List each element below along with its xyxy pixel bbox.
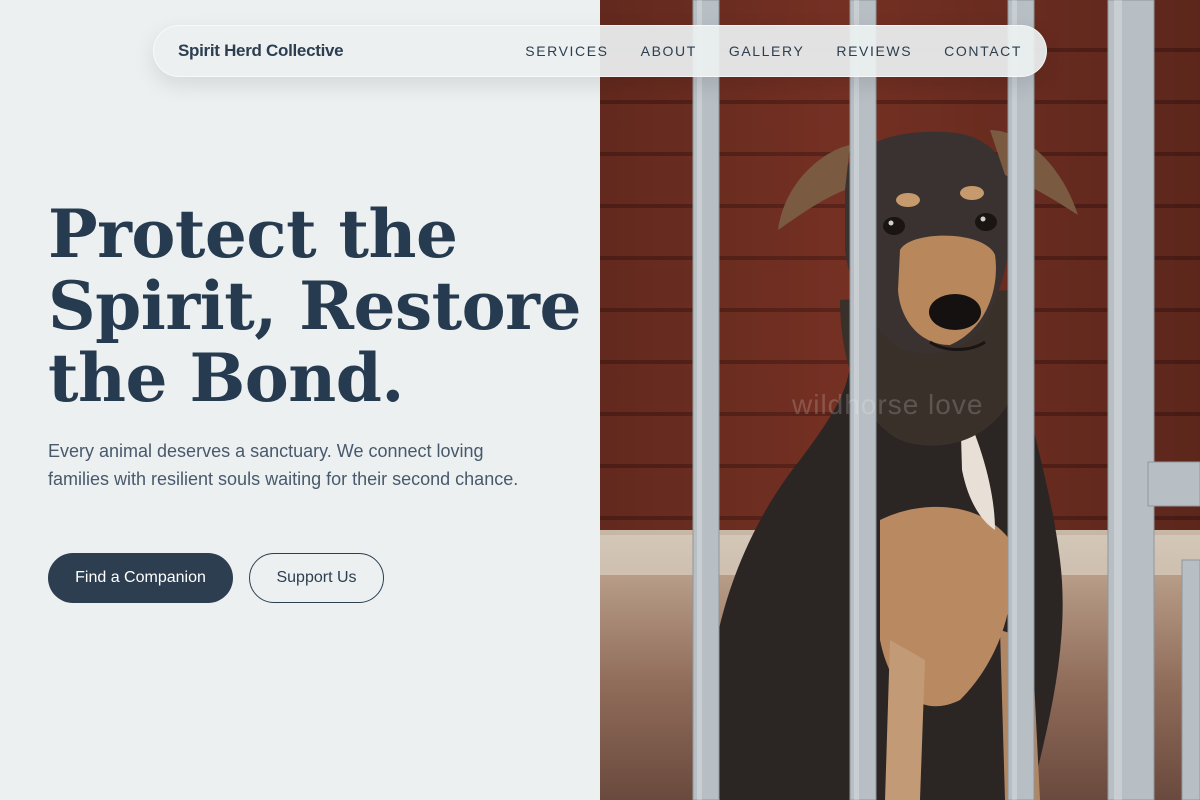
photo-watermark: wildhorse love bbox=[792, 389, 984, 420]
hero-title-line-1: Protect the bbox=[48, 195, 458, 273]
hero-title-line-3: the Bond. bbox=[48, 339, 404, 417]
nav-link-gallery[interactable]: GALLERY bbox=[729, 43, 805, 59]
hero-title: Protect the Spirit, Restore the Bond. bbox=[48, 198, 588, 414]
nav-link-contact[interactable]: CONTACT bbox=[944, 43, 1022, 59]
nav-links: SERVICES ABOUT GALLERY REVIEWS CONTACT bbox=[525, 43, 1022, 59]
hero-title-line-2: Spirit, Restore bbox=[48, 267, 581, 345]
nav-link-about[interactable]: ABOUT bbox=[641, 43, 697, 59]
find-companion-button[interactable]: Find a Companion bbox=[48, 553, 233, 603]
nav-link-services[interactable]: SERVICES bbox=[525, 43, 608, 59]
support-us-button[interactable]: Support Us bbox=[249, 553, 384, 603]
hero-subtitle: Every animal deserves a sanctuary. We co… bbox=[48, 441, 519, 489]
nav-link-reviews[interactable]: REVIEWS bbox=[836, 43, 912, 59]
hero-left-panel: Protect the Spirit, Restore the Bond. Ev… bbox=[0, 0, 600, 800]
top-navigation-bar: Spirit Herd Collective SERVICES ABOUT GA… bbox=[153, 25, 1047, 77]
brand-logo-text[interactable]: Spirit Herd Collective bbox=[178, 41, 344, 61]
